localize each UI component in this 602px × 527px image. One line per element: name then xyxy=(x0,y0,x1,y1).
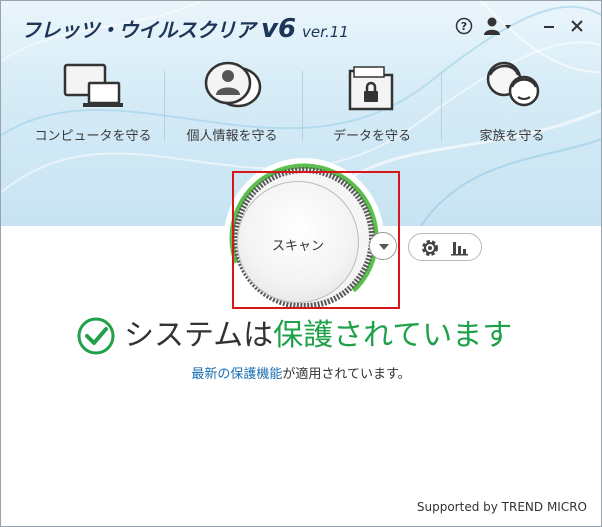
close-button[interactable] xyxy=(567,15,587,37)
status-highlight: 保護されています xyxy=(273,318,513,353)
personal-info-bubble-icon xyxy=(204,61,262,108)
nav-divider xyxy=(302,71,303,141)
nav-protect-data[interactable]: データを守る xyxy=(307,61,437,151)
minimize-icon xyxy=(544,26,554,28)
help-button[interactable]: ? xyxy=(454,15,474,37)
check-circle-icon xyxy=(77,317,115,355)
brand-build: ver.11 xyxy=(302,23,349,41)
brand-name: フレッツ・ウイルスクリア xyxy=(21,18,256,42)
nav-label: 個人情報を守る xyxy=(186,129,278,144)
status-prefix: システムは xyxy=(124,318,274,353)
app-logo: フレッツ・ウイルスクリア v6 ver.11 xyxy=(21,14,349,44)
nav-protect-computer[interactable]: コンピュータを守る xyxy=(28,61,158,151)
nav-label: データを守る xyxy=(332,129,411,144)
status-sub-suffix: が適用されています。 xyxy=(282,367,411,382)
minimize-button[interactable] xyxy=(539,15,559,37)
question-circle-icon: ? xyxy=(455,17,473,35)
nav-protect-family[interactable]: 家族を守る xyxy=(447,61,577,151)
user-dropdown-icon xyxy=(484,17,511,35)
footer-supported-by: Supported by TREND MICRO xyxy=(416,500,587,514)
brand-version: v6 xyxy=(261,14,297,44)
account-menu-button[interactable] xyxy=(481,15,515,37)
family-faces-icon xyxy=(486,61,540,107)
tools-pill xyxy=(408,233,482,261)
reports-button[interactable] xyxy=(450,238,470,258)
highlight-box xyxy=(232,171,400,309)
bar-chart-icon xyxy=(451,242,468,256)
computer-monitor-icon xyxy=(63,63,123,107)
status-subtext: 最新の保護機能が適用されています。 xyxy=(1,363,601,382)
svg-text:?: ? xyxy=(461,20,467,33)
nav-label: 家族を守る xyxy=(479,129,545,144)
latest-protection-link[interactable]: 最新の保護機能 xyxy=(191,367,282,382)
nav-label: コンピュータを守る xyxy=(34,129,152,144)
nav-divider xyxy=(441,71,442,141)
settings-button[interactable] xyxy=(420,238,440,258)
status-message: システムは保護されています xyxy=(124,315,512,357)
locked-folder-icon xyxy=(348,66,394,111)
close-icon xyxy=(571,20,583,32)
gear-icon xyxy=(422,240,438,256)
nav-protect-personal-info[interactable]: 個人情報を守る xyxy=(167,61,297,151)
protection-status: システムは保護されています xyxy=(76,315,536,357)
app-window: フレッツ・ウイルスクリア v6 ver.11 ? コンピュータを守る 個人情報を… xyxy=(0,0,602,527)
nav-divider xyxy=(164,71,165,141)
